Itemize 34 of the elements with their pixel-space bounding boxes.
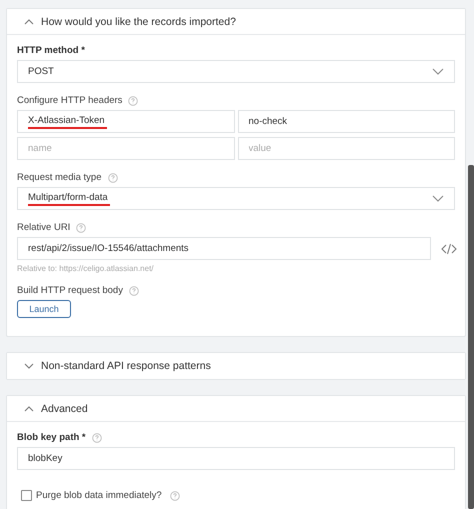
section-header[interactable]: Non-standard API response patterns: [7, 353, 465, 379]
chevron-down-icon: [432, 195, 444, 202]
text-field[interactable]: blobKey: [17, 447, 455, 470]
field-label: Configure HTTP headers: [17, 95, 122, 106]
checkbox-label: Purge blob data immediately?: [36, 490, 162, 501]
checkbox[interactable]: [21, 490, 32, 501]
uri-field[interactable]: rest/api/2/issue/IO-15546/attachments: [17, 237, 431, 260]
chevron-down-icon: [432, 68, 444, 75]
chevron-up-icon: [24, 18, 34, 24]
section-header[interactable]: How would you like the records imported?: [7, 9, 465, 35]
launch-button[interactable]: Launch: [17, 300, 71, 318]
hint-text: Relative to: https://celigo.atlassian.net/: [17, 264, 155, 273]
header-name-field[interactable]: X-Atlassian-Token: [17, 110, 234, 133]
help-icon[interactable]: [128, 96, 138, 106]
field-label: Relative URI: [17, 222, 70, 233]
field-label: Request media type: [17, 172, 102, 183]
help-icon[interactable]: [128, 286, 139, 296]
section-header[interactable]: Advanced: [7, 396, 465, 422]
help-icon[interactable]: [76, 222, 86, 232]
code-icon[interactable]: [441, 242, 457, 254]
field-label: Build HTTP request body: [17, 285, 123, 296]
scrollbar[interactable]: [468, 165, 474, 509]
header-value-field[interactable]: value: [238, 137, 455, 160]
select-field[interactable]: POST: [17, 60, 455, 83]
header-value-field[interactable]: no-check: [238, 110, 455, 133]
field-label: Blob key path *: [17, 432, 86, 443]
help-icon[interactable]: [92, 432, 102, 442]
field-label: HTTP method *: [17, 45, 85, 56]
help-icon[interactable]: [108, 172, 118, 182]
select-field[interactable]: Multipart/form-data: [17, 187, 455, 210]
chevron-down-icon: [24, 363, 34, 369]
chevron-up-icon: [24, 406, 34, 412]
header-name-field[interactable]: name: [17, 137, 234, 160]
help-icon[interactable]: [170, 490, 180, 500]
